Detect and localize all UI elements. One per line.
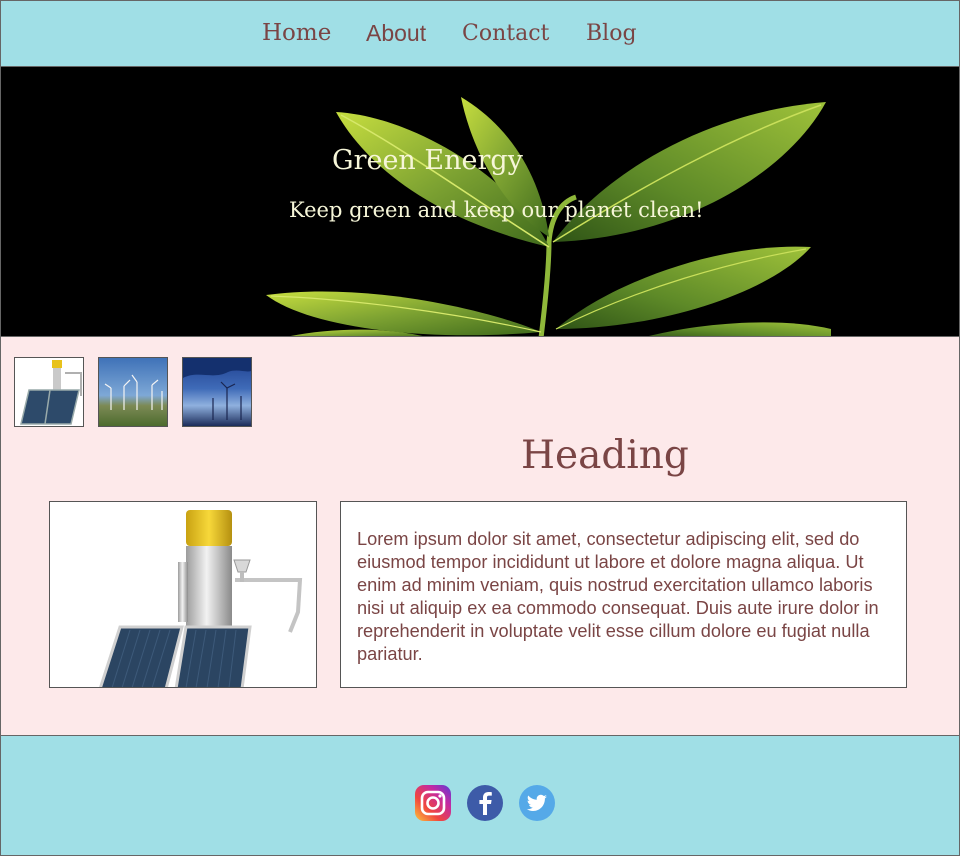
hero-title: Green Energy xyxy=(332,145,523,176)
nav-link-home[interactable]: Home xyxy=(262,20,331,46)
feature-image xyxy=(49,501,317,688)
facebook-link[interactable] xyxy=(466,784,504,822)
thumbnail-wind-field[interactable] xyxy=(98,357,168,427)
hero-subtitle: Keep green and keep our planet clean! xyxy=(289,198,704,222)
wind-turbines-dusk-image xyxy=(183,358,251,420)
nav-link-contact[interactable]: Contact xyxy=(462,21,549,46)
solar-water-heater-image xyxy=(20,360,82,425)
twitter-icon xyxy=(519,785,555,821)
hero-banner: Green Energy Keep green and keep our pla… xyxy=(0,66,960,337)
thumbnail-solar-heater[interactable] xyxy=(14,357,84,427)
nav-link-blog[interactable]: Blog xyxy=(586,21,637,46)
section-heading: Heading xyxy=(521,433,689,478)
body-paragraph: Lorem ipsum dolor sit amet, consectetur … xyxy=(357,529,879,664)
twitter-link[interactable] xyxy=(518,784,556,822)
main-content: Heading Lorem ipsum dolor sit amet, cons… xyxy=(0,336,960,737)
wind-turbines-field-image xyxy=(104,374,163,410)
nav-link-about[interactable]: About xyxy=(366,20,426,47)
footer xyxy=(0,735,960,856)
instagram-icon xyxy=(415,785,451,821)
instagram-link[interactable] xyxy=(414,784,452,822)
facebook-icon xyxy=(467,785,503,821)
content-text-box: Lorem ipsum dolor sit amet, consectetur … xyxy=(340,501,907,688)
solar-water-heater-image xyxy=(99,510,303,687)
thumbnail-wind-dusk[interactable] xyxy=(182,357,252,427)
top-navigation: Home About Contact Blog xyxy=(0,0,960,67)
